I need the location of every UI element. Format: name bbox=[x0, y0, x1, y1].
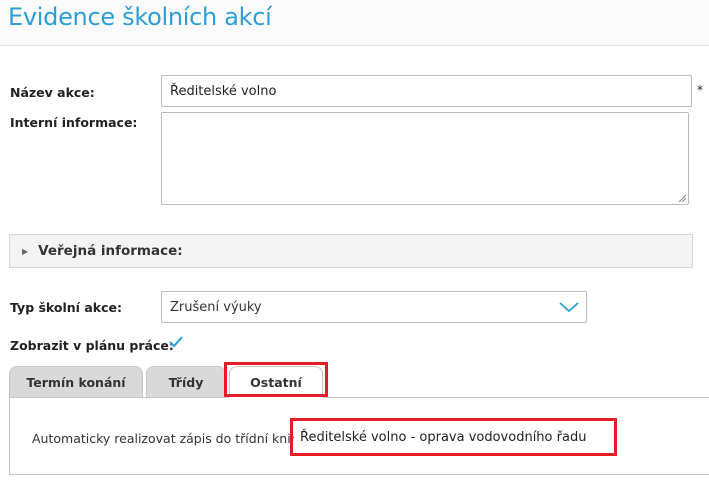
event-name-label: Název akce: bbox=[10, 85, 95, 100]
tab-ostatni[interactable]: Ostatní bbox=[229, 366, 323, 398]
internal-info-label: Interní informace: bbox=[10, 115, 138, 130]
public-info-section-label: Veřejná informace: bbox=[38, 243, 183, 259]
event-name-input[interactable]: Ředitelské volno bbox=[161, 75, 692, 107]
tab-tridy[interactable]: Třídy bbox=[146, 366, 226, 398]
resize-grip-icon[interactable] bbox=[678, 194, 686, 202]
checkmark-icon[interactable] bbox=[168, 335, 184, 349]
internal-info-textarea[interactable] bbox=[161, 112, 689, 205]
public-info-section-toggle[interactable]: ▶ Veřejná informace: bbox=[9, 234, 693, 268]
event-type-label: Typ školní akce: bbox=[10, 300, 122, 315]
caret-right-icon: ▶ bbox=[22, 246, 29, 256]
auto-record-label: Automaticky realizovat zápis do třídní k… bbox=[32, 431, 310, 446]
event-type-select[interactable]: Zrušení výuky bbox=[161, 291, 587, 323]
event-type-value: Zrušení výuky bbox=[170, 299, 262, 315]
event-name-value: Ředitelské volno bbox=[170, 83, 277, 99]
required-mark: * bbox=[697, 83, 703, 97]
auto-record-value: Ředitelské volno - oprava vodovodního řa… bbox=[300, 430, 587, 445]
chevron-down-icon bbox=[559, 302, 579, 313]
show-in-plan-label: Zobrazit v plánu práce: bbox=[10, 338, 174, 353]
tab-termin-konani[interactable]: Termín konání bbox=[9, 366, 143, 398]
page-title: Evidence školních akcí bbox=[8, 3, 272, 31]
page-header: Evidence školních akcí bbox=[0, 0, 709, 46]
auto-record-input[interactable]: Ředitelské volno - oprava vodovodního řa… bbox=[294, 421, 614, 454]
